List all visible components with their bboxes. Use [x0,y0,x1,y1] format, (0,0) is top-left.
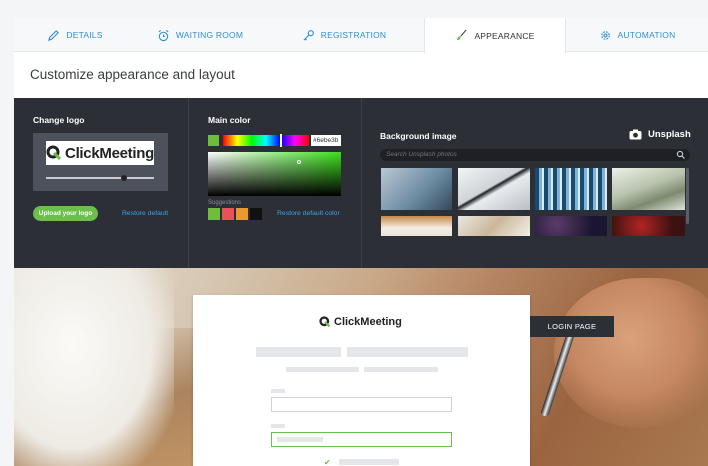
thumbnails-scrollbar[interactable] [686,168,689,224]
background-thumbnail[interactable] [612,216,685,236]
card-logo-text: ClickMeeting [334,316,402,328]
placeholder-bar [286,367,359,372]
field-value-placeholder [277,437,323,442]
tab-appearance[interactable]: APPEARANCE [424,18,566,53]
restore-default-logo-link[interactable]: Restore default [122,210,168,217]
alarm-clock-icon [158,29,169,41]
tab-label: REGISTRATION [320,30,387,40]
unsplash-search-input[interactable]: Search Unsplash photos [380,149,690,161]
background-thumbnail[interactable] [535,168,607,210]
background-image-title: Background image [380,131,457,141]
gears-icon [600,30,610,40]
field-label-placeholder [271,389,285,393]
logo-image: ClickMeeting [46,141,154,165]
login-page-preview: ClickMeeting ✔ LOGIN PAGE [14,268,708,466]
background-thumbnail[interactable] [458,168,530,210]
card-logo: ClickMeeting [319,316,402,328]
background-thumbnail[interactable] [535,216,607,236]
tab-label: WAITING ROOM [175,30,244,40]
divider [361,98,362,268]
tab-bar: DETAILS WAITING ROOM REGISTRATION APPEAR… [14,18,708,53]
logo-preview: ClickMeeting [33,133,168,191]
field-label-placeholder [271,424,285,428]
placeholder-bar [339,459,399,465]
color-picker-cursor[interactable] [297,160,301,164]
restore-default-color-link[interactable]: Restore default color [277,210,340,217]
saturation-value-picker[interactable] [208,152,341,196]
appearance-settings-panel: Change logo ClickMeeting Upload your log… [14,98,708,268]
check-icon: ✔ [324,458,331,466]
brush-icon [457,29,468,41]
appearance-editor: DETAILS WAITING ROOM REGISTRATION APPEAR… [14,18,708,466]
unsplash-source: Unsplash [629,129,691,140]
placeholder-bar [256,347,341,357]
change-logo-title: Change logo [33,115,85,125]
clickmeeting-logo-icon [46,145,62,161]
login-form-card: ClickMeeting ✔ [193,295,530,466]
background-thumbnail[interactable] [381,216,452,236]
hex-color-input[interactable]: #6ebe3b [311,135,341,146]
camera-icon [629,129,642,140]
background-thumbnail[interactable] [458,216,530,236]
login-field[interactable] [271,397,452,412]
suggestion-swatch-green[interactable] [208,208,220,220]
background-thumbnail[interactable] [612,168,685,210]
main-color-title: Main color [208,115,251,125]
tab-label: APPEARANCE [474,30,535,41]
suggestion-swatch-orange[interactable] [236,208,248,220]
tab-details[interactable]: DETAILS [14,18,136,52]
placeholder-bar [347,347,468,357]
unsplash-label: Unsplash [648,129,691,140]
upload-logo-button[interactable]: Upload your logo [33,206,98,221]
slider-handle[interactable] [120,175,127,181]
logo-text: ClickMeeting [65,144,154,162]
background-cloth [14,268,174,466]
hue-slider[interactable] [223,134,309,147]
login-field-focused[interactable] [271,432,452,447]
suggestion-swatch-black[interactable] [250,208,262,220]
divider [188,98,189,268]
login-page-label: LOGIN PAGE [530,316,614,337]
suggestion-swatch-red[interactable] [222,208,234,220]
hue-handle[interactable] [280,134,282,147]
clickmeeting-logo-icon [319,316,331,328]
pencil-icon [48,29,60,41]
background-hand [554,278,708,428]
key-icon [303,29,314,41]
placeholder-bar [364,367,438,372]
background-thumbnail[interactable] [381,168,452,210]
current-color-swatch [208,135,219,146]
tab-waiting-room[interactable]: WAITING ROOM [136,18,264,52]
tab-label: DETAILS [66,30,103,40]
tab-label: AUTOMATION [617,30,676,40]
search-placeholder: Search Unsplash photos [386,151,457,158]
suggestions-label: Suggestions [208,200,242,206]
search-icon[interactable] [676,150,686,160]
tab-automation[interactable]: AUTOMATION [566,18,708,52]
logo-size-slider[interactable] [46,175,154,181]
tab-registration[interactable]: REGISTRATION [264,18,424,52]
page-title: Customize appearance and layout [30,67,235,82]
